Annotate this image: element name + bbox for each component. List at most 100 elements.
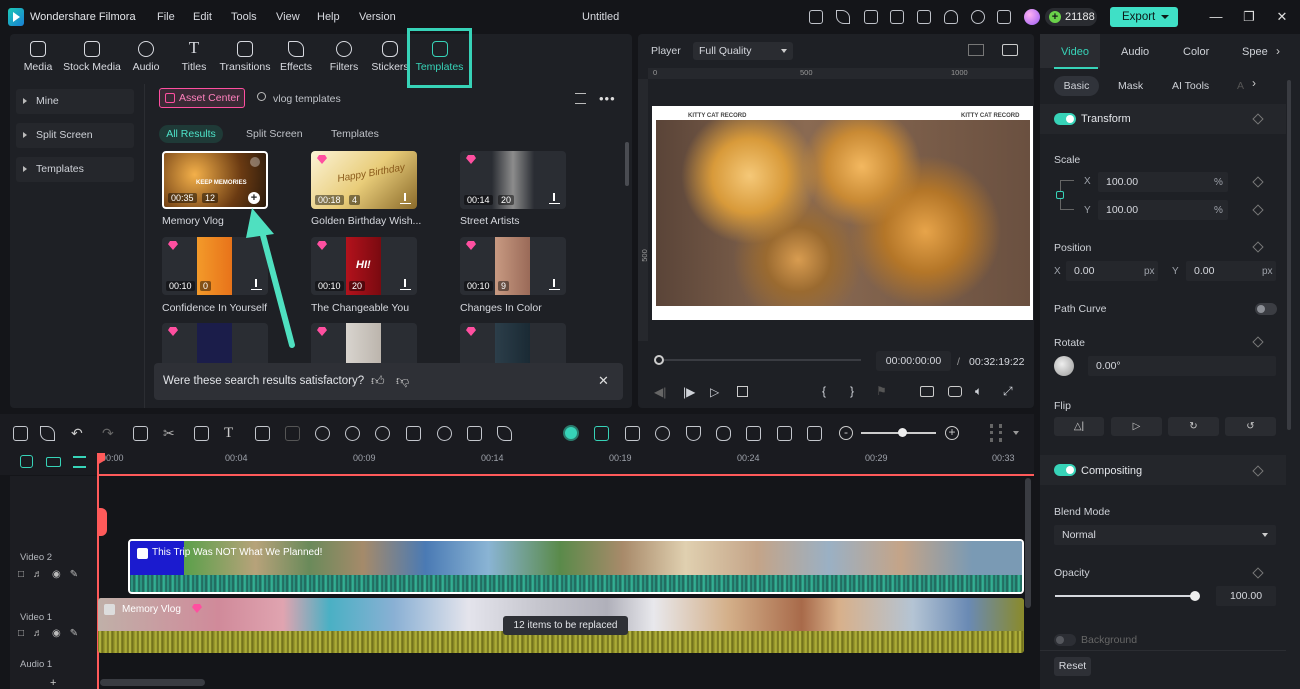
thumbs-up-icon[interactable]: 👍︎ <box>371 373 385 389</box>
background-toggle[interactable] <box>1054 634 1076 646</box>
delete-icon[interactable] <box>133 426 148 441</box>
template-card-row3-3[interactable] <box>460 323 566 363</box>
select-tool-icon[interactable] <box>40 426 55 441</box>
display-icon[interactable] <box>920 386 934 397</box>
chevron-right-icon[interactable]: › <box>1276 44 1280 58</box>
reset-button[interactable]: Reset <box>1054 657 1091 676</box>
template-card-golden-birthday[interactable]: Happy Birthday 00:18 4 <box>311 151 417 209</box>
blend-mode-select[interactable]: Normal <box>1054 525 1276 545</box>
thumbs-down-icon[interactable]: 👎︎ <box>396 373 409 389</box>
play-range-icon[interactable] <box>655 426 670 441</box>
rotate-clockwise-icon[interactable]: ↻ <box>1168 417 1219 436</box>
snapshot-image-icon[interactable] <box>1002 44 1018 56</box>
sidebar-item-templates[interactable]: Templates <box>16 157 134 182</box>
tab-effects[interactable]: Effects <box>272 38 320 80</box>
zoom-slider-knob[interactable] <box>898 428 907 437</box>
timeline-horizontal-scrollbar[interactable] <box>100 679 205 686</box>
shield-icon[interactable] <box>686 426 701 441</box>
asset-center-button[interactable]: Asset Center <box>159 88 245 108</box>
shape-icon[interactable] <box>255 426 270 441</box>
zoom-out-icon[interactable]: - <box>839 426 853 440</box>
minimize-icon[interactable]: — <box>1208 9 1224 25</box>
close-feedback-icon[interactable]: ✕ <box>598 373 609 389</box>
keyframe-path-icon[interactable] <box>497 426 512 441</box>
timer-icon[interactable] <box>437 426 452 441</box>
marker-icon[interactable]: ⚑ <box>876 384 887 398</box>
cloud-upload-icon[interactable] <box>944 10 958 24</box>
flip-vertical-icon[interactable]: ▷ <box>1111 417 1162 436</box>
ripple-toggle-icon[interactable] <box>563 425 579 441</box>
quality-select[interactable]: Full Quality <box>693 42 793 60</box>
headset-icon[interactable] <box>971 10 985 24</box>
library-scrollbar[interactable] <box>625 142 629 186</box>
timeline-grid-icon[interactable] <box>990 424 1002 442</box>
stop-icon[interactable] <box>737 386 748 397</box>
user-avatar[interactable] <box>1024 9 1040 25</box>
grid-view-icon[interactable] <box>968 44 984 56</box>
speed-icon[interactable] <box>315 426 330 441</box>
gift-icon[interactable] <box>809 10 823 24</box>
opacity-input[interactable]: 100.00 <box>1216 586 1276 606</box>
video2-track-controls-icon[interactable]: □♬◉✎ <box>18 569 87 580</box>
play-icon[interactable]: ▷ <box>710 385 719 399</box>
previous-frame-icon[interactable]: ◀| <box>654 385 666 399</box>
text-icon[interactable]: T <box>224 426 239 441</box>
credits-badge[interactable]: 21188 <box>1045 8 1097 26</box>
compositing-toggle[interactable] <box>1054 464 1076 476</box>
progress-track[interactable] <box>664 359 861 361</box>
tab-titles[interactable]: T Titles <box>170 38 218 80</box>
next-frame-icon[interactable]: |▶ <box>683 385 695 399</box>
chevron-down-icon[interactable] <box>1013 431 1019 435</box>
maximize-icon[interactable]: ❐ <box>1241 9 1257 25</box>
video2-clip[interactable]: This Trip Was NOT What We Planned! <box>128 539 1024 594</box>
flip-horizontal-icon[interactable]: △| <box>1054 417 1104 436</box>
sidebar-item-split-screen[interactable]: Split Screen <box>16 123 134 148</box>
template-card-street-artists[interactable]: 00:14 20 <box>460 151 566 209</box>
subtab-mask[interactable]: Mask <box>1118 76 1143 96</box>
cut-icon[interactable]: ✂ <box>163 426 178 441</box>
current-time[interactable]: 00:00:00:00 <box>876 351 951 371</box>
tab-color[interactable]: Color <box>1183 46 1209 58</box>
filter-split-screen[interactable]: Split Screen <box>246 125 303 143</box>
menu-file[interactable]: File <box>157 11 175 23</box>
crop-icon[interactable] <box>194 426 209 441</box>
opacity-slider-track[interactable] <box>1055 591 1200 601</box>
download-icon[interactable] <box>400 193 411 204</box>
subtitle-icon[interactable] <box>746 426 761 441</box>
search-input[interactable]: vlog templates <box>273 93 341 105</box>
send-icon[interactable] <box>836 10 850 24</box>
rotate-dial[interactable] <box>1054 356 1074 376</box>
subtab-more[interactable]: A <box>1237 76 1244 96</box>
auto-reframe-icon[interactable] <box>467 426 482 441</box>
video1-track-controls-icon[interactable]: □♬◉✎ <box>18 628 87 639</box>
add-track-plus-icon[interactable]: + <box>50 677 56 689</box>
properties-scrollbar[interactable] <box>1287 80 1291 430</box>
export-button[interactable]: Export <box>1110 7 1178 27</box>
feedback-icon[interactable] <box>864 10 878 24</box>
transform-toggle[interactable] <box>1054 113 1076 125</box>
more-icon[interactable] <box>250 157 260 167</box>
layout-icon[interactable] <box>13 426 28 441</box>
menu-help[interactable]: Help <box>317 11 340 23</box>
tab-audio[interactable]: Audio <box>122 38 170 80</box>
volume-icon[interactable]: 🔈︎ <box>975 384 982 399</box>
tab-templates[interactable]: Templates <box>407 28 472 88</box>
sidebar-item-mine[interactable]: Mine <box>16 89 134 114</box>
download-icon[interactable] <box>400 279 411 290</box>
subtab-basic[interactable]: Basic <box>1054 76 1099 96</box>
subtab-ai-tools[interactable]: AI Tools <box>1172 76 1209 96</box>
tab-stock-media[interactable]: Stock Media <box>62 38 122 80</box>
track-manager-icon[interactable] <box>73 456 86 468</box>
add-track-icon[interactable] <box>46 457 61 467</box>
video-preview[interactable]: KITTY CAT RECORD KITTY CAT RECORD <box>652 106 1033 320</box>
mask-icon[interactable] <box>285 426 300 441</box>
camera-icon[interactable] <box>948 386 962 397</box>
link-icon[interactable] <box>20 455 33 468</box>
menu-tools[interactable]: Tools <box>231 11 257 23</box>
snapshot-icon[interactable] <box>625 426 640 441</box>
filter-templates[interactable]: Templates <box>331 125 379 143</box>
tab-video[interactable]: Video <box>1061 46 1089 58</box>
rotate-counterclockwise-icon[interactable]: ↺ <box>1225 417 1276 436</box>
undo-icon[interactable]: ↶ <box>71 426 86 441</box>
mark-in-icon[interactable]: { <box>822 384 826 398</box>
